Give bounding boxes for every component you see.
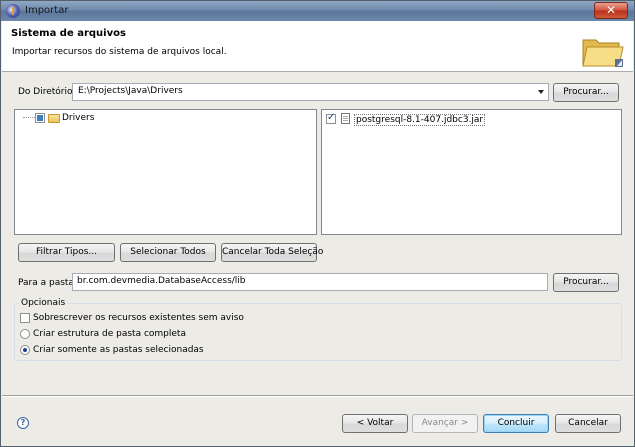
back-button[interactable]: < Voltar [342, 414, 408, 433]
browse-directory-button[interactable]: Procurar... [553, 83, 619, 102]
help-icon[interactable]: ? [17, 417, 29, 429]
next-button[interactable]: Avançar > [412, 414, 478, 433]
file-item-checkbox[interactable] [326, 112, 336, 124]
destination-input[interactable]: br.com.devmedia.DatabaseAccess/lib [72, 273, 548, 291]
file-list-panel[interactable]: postgresql-8.1-407.jdbc3.jar [321, 109, 622, 235]
chevron-down-icon[interactable] [538, 90, 544, 94]
page-description: Importar recursos do sistema de arquivos… [12, 47, 227, 57]
folder-tree-panel[interactable]: Drivers [14, 109, 317, 235]
browse-destination-button[interactable]: Procurar... [553, 273, 619, 292]
directory-value: E:\Projects\Java\Drivers [78, 86, 183, 96]
options-group-title: Opcionais [19, 298, 68, 308]
destination-label: Para a pasta: [18, 278, 77, 288]
eclipse-icon [6, 4, 20, 18]
file-item-label[interactable]: postgresql-8.1-407.jdbc3.jar [354, 114, 486, 126]
close-button[interactable]: ✕ [594, 2, 628, 19]
page-title: Sistema de arquivos [11, 28, 126, 39]
finish-button[interactable]: Concluir [483, 414, 549, 433]
directory-label: Do Diretório: [18, 87, 76, 97]
wizard-body: Do Diretório: E:\Projects\Java\Drivers P… [2, 73, 633, 395]
cancel-button[interactable]: Cancelar [555, 414, 621, 433]
import-dialog: Importar ✕ Sistema de arquivos Importar … [0, 0, 635, 447]
file-icon [341, 113, 350, 124]
select-all-button[interactable]: Selecionar Todos [120, 243, 216, 262]
filter-types-button[interactable]: Filtrar Tipos... [18, 243, 115, 262]
create-full-structure-radio[interactable] [20, 329, 30, 339]
window-title: Importar [25, 5, 69, 16]
wizard-header: Sistema de arquivos Importar recursos do… [2, 21, 633, 72]
create-selected-folders-label[interactable]: Criar somente as pastas selecionadas [33, 345, 204, 355]
folder-icon [582, 39, 624, 67]
create-full-structure-label[interactable]: Criar estrutura de pasta completa [33, 329, 186, 339]
overwrite-label[interactable]: Sobrescrever os recursos existentes sem … [33, 313, 244, 323]
directory-combo[interactable]: E:\Projects\Java\Drivers [72, 83, 549, 101]
tree-item-checkbox[interactable] [35, 113, 45, 123]
tree-item-label[interactable]: Drivers [62, 113, 94, 123]
overwrite-checkbox[interactable] [20, 313, 30, 323]
create-selected-folders-radio[interactable] [20, 345, 30, 355]
title-bar[interactable]: Importar ✕ [1, 1, 634, 21]
deselect-all-button[interactable]: Cancelar Toda Seleção [221, 243, 323, 262]
wizard-footer: ? < Voltar Avançar > Concluir Cancelar [2, 397, 633, 446]
folder-icon [48, 114, 60, 123]
